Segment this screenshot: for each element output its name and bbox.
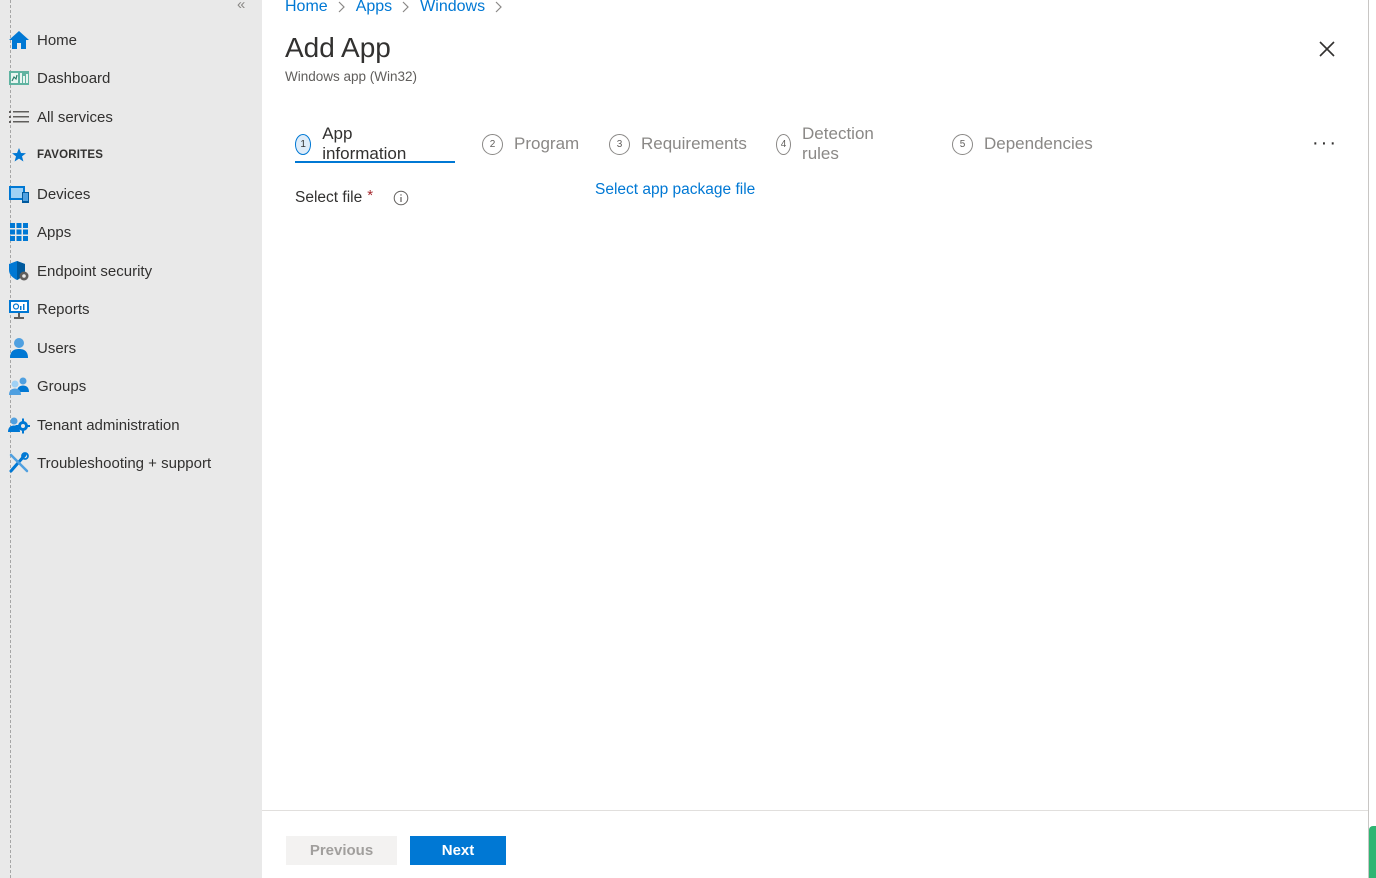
more-options-icon[interactable]: ··· [1312,132,1338,155]
step-program[interactable]: 2 Program [482,130,579,158]
step-dependencies[interactable]: 5 Dependencies [952,130,1093,158]
select-file-label: Select file * [295,186,374,207]
sidebar-item-groups[interactable]: Groups [8,373,86,399]
step-label: Detection rules [802,124,874,163]
sidebar-item-all-services[interactable]: All services [8,104,113,130]
sidebar-item-label: Devices [37,185,91,203]
step-app-information[interactable]: 1 App information [295,124,411,163]
sidebar-item-label: Reports [37,300,90,318]
info-icon[interactable] [393,190,409,206]
sidebar-item-devices[interactable]: Devices [8,181,90,207]
star-icon [8,144,30,166]
collapse-sidebar-icon[interactable]: « [237,0,245,13]
required-indicator: * [367,186,374,204]
step-label: Requirements [641,134,747,153]
groups-icon [8,375,30,397]
sidebar-item-label: Users [37,339,77,357]
sidebar-item-label: Troubleshooting + support [37,454,212,472]
page-title: Add App [285,32,391,63]
sidebar-divider [10,0,11,878]
step-label: App information [322,124,407,163]
reports-icon [8,298,30,320]
step-number: 5 [952,133,973,155]
step-number: 3 [609,133,630,155]
tenant-admin-icon [8,414,30,436]
chevron-right-icon [338,1,346,13]
sidebar-item-label: Home [37,31,78,49]
active-step-indicator [295,161,455,163]
right-strip [1369,0,1376,878]
sidebar-item-label: Apps [37,223,72,241]
sidebar-favorites-header: FAVORITES [8,142,103,168]
main-panel: Home Apps Windows Add App Windows app (W… [262,0,1368,878]
sidebar-item-troubleshooting[interactable]: Troubleshooting + support [8,450,211,476]
field-label-text: Select file [295,189,363,206]
sidebar-item-tenant-administration[interactable]: Tenant administration [8,412,180,438]
devices-icon [8,183,30,205]
breadcrumb-home[interactable]: Home [285,0,328,16]
apps-grid-icon [8,221,30,243]
close-icon[interactable] [1316,38,1338,60]
tools-icon [8,452,30,474]
list-icon [8,106,30,128]
step-number: 4 [776,133,792,155]
feedback-tab[interactable] [1369,826,1376,878]
sidebar-item-label: Endpoint security [37,262,153,280]
step-label: Dependencies [984,134,1093,153]
chevron-right-icon [402,1,410,13]
step-label: Program [514,134,580,153]
dashboard-icon [8,67,30,89]
favorites-label: FAVORITES [37,149,104,161]
sidebar: « Home Dashboard All services FAVORITES [0,0,262,878]
previous-button[interactable]: Previous [286,836,397,865]
footer-divider [262,810,1368,811]
sidebar-item-endpoint-security[interactable]: Endpoint security [8,258,152,284]
breadcrumb-apps[interactable]: Apps [356,0,392,16]
step-detection-rules[interactable]: 4 Detection rules [776,124,880,163]
sidebar-item-apps[interactable]: Apps [8,219,71,245]
breadcrumb-windows[interactable]: Windows [420,0,485,16]
step-number: 2 [482,133,503,155]
step-number: 1 [295,133,312,155]
sidebar-item-users[interactable]: Users [8,335,76,361]
breadcrumb: Home Apps Windows [285,0,513,16]
sidebar-item-dashboard[interactable]: Dashboard [8,65,110,91]
select-app-package-link[interactable]: Select app package file [595,181,755,199]
home-icon [8,29,30,51]
step-requirements[interactable]: 3 Requirements [609,130,747,158]
page-subtitle: Windows app (Win32) [285,69,418,84]
sidebar-item-home[interactable]: Home [8,27,77,53]
sidebar-item-label: All services [37,108,113,126]
sidebar-item-label: Groups [37,377,87,395]
sidebar-item-label: Dashboard [37,69,111,87]
sidebar-item-reports[interactable]: Reports [8,296,90,322]
shield-icon [8,260,30,282]
next-button[interactable]: Next [410,836,506,865]
user-icon [8,337,30,359]
chevron-right-icon [495,1,503,13]
sidebar-item-label: Tenant administration [37,416,180,434]
